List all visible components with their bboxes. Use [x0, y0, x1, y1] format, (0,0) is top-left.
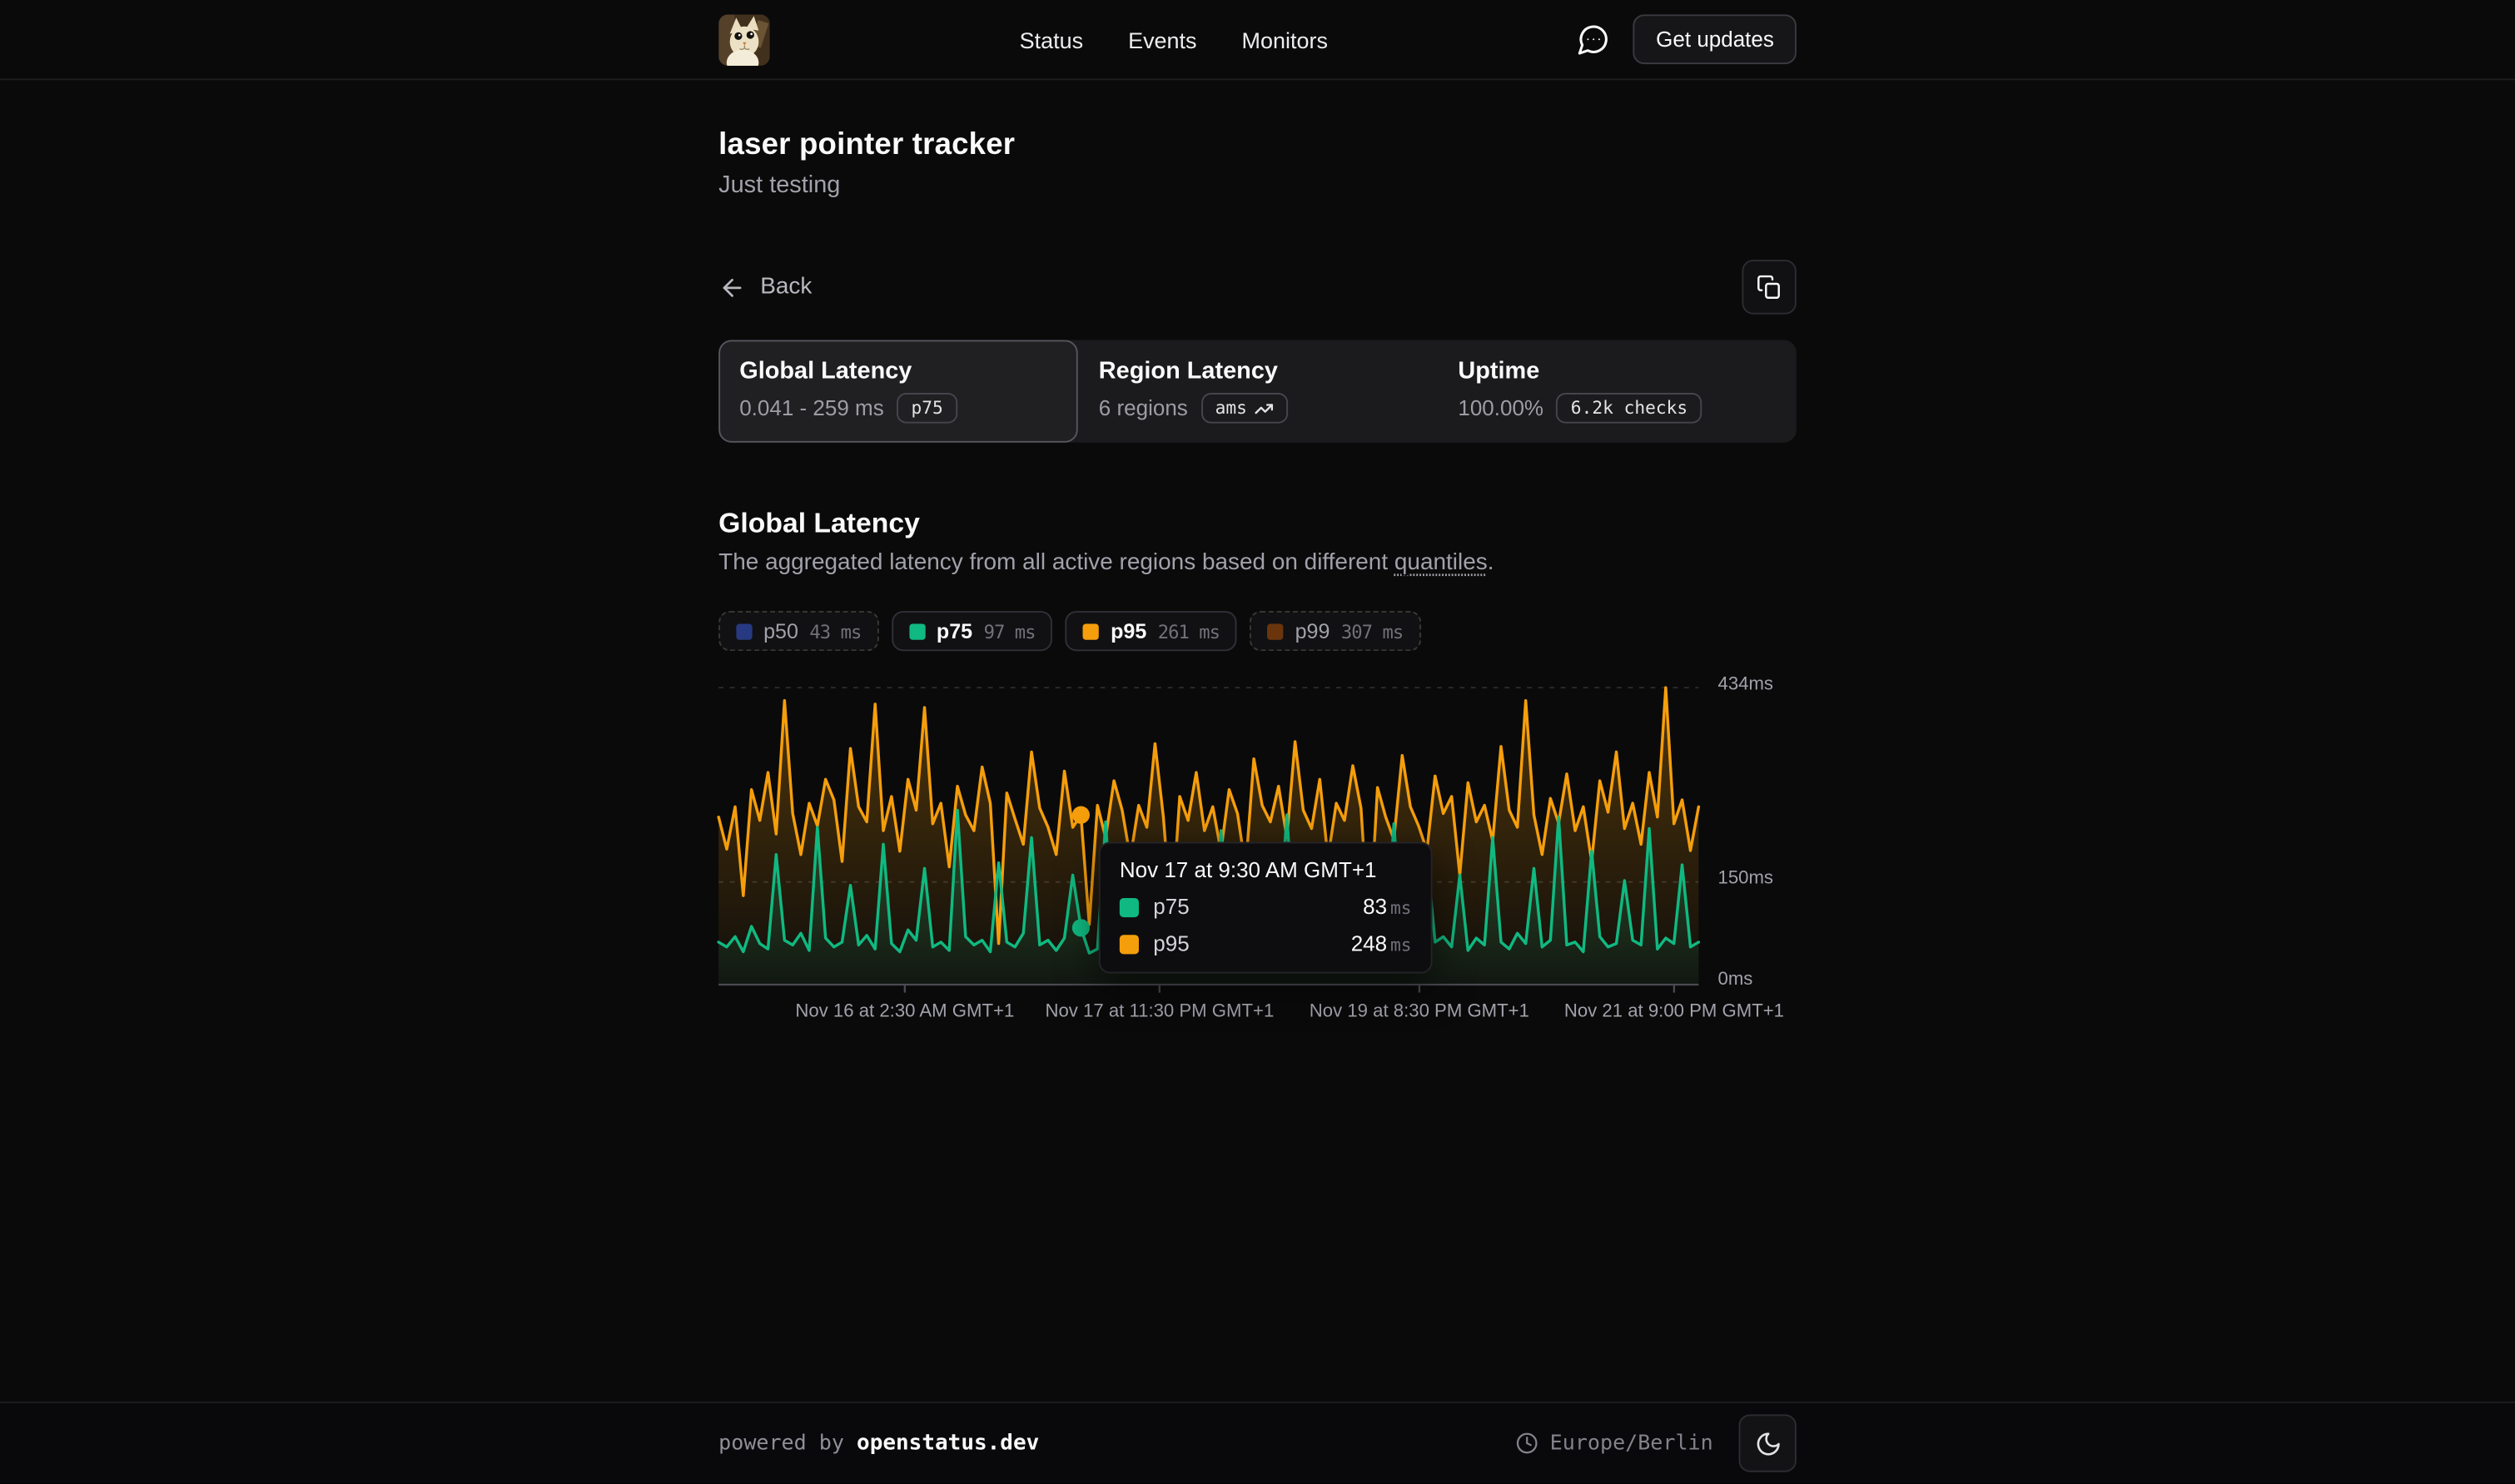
cat-logo-image — [718, 13, 770, 65]
latency-chart: 434ms 150ms 0ms Nov 17 at 9:30 AM GMT+1 … — [718, 677, 1797, 1028]
quantiles-link[interactable]: quantiles — [1394, 550, 1488, 576]
legend-label: p95 — [1111, 619, 1146, 643]
feedback-chat-button[interactable] — [1578, 22, 1611, 56]
p75-badge: p75 — [897, 393, 957, 424]
legend-value: 307 ms — [1341, 620, 1403, 643]
y-axis-tick: 150ms — [1717, 869, 1773, 888]
p99-swatch — [1268, 623, 1284, 639]
nav-right: Get updates — [1578, 14, 1797, 64]
checks-badge: 6.2k checks — [1556, 393, 1702, 424]
moon-icon — [1754, 1430, 1782, 1457]
tab-region-latency[interactable]: Region Latency 6 regions ams — [1078, 340, 1438, 442]
page-subtitle: Just testing — [718, 171, 1797, 199]
tooltip-title: Nov 17 at 9:30 AM GMT+1 — [1120, 858, 1412, 882]
page-title: laser pointer tracker — [718, 128, 1797, 163]
legend-value: 261 ms — [1158, 620, 1220, 643]
back-button[interactable]: Back — [718, 274, 812, 301]
main-content: laser pointer tracker Just testing Back … — [0, 80, 2515, 1402]
tab-title: Uptime — [1458, 358, 1775, 385]
tab-subtitle: 100.00% — [1458, 396, 1543, 420]
nav-link-monitors[interactable]: Monitors — [1242, 27, 1328, 52]
tab-global-latency[interactable]: Global Latency 0.041 - 259 ms p75 — [718, 340, 1078, 442]
theme-toggle-button[interactable] — [1739, 1414, 1797, 1472]
quantile-legend: p50 43 ms p75 97 ms p95 261 ms p99 307 m… — [718, 611, 1797, 651]
p95-swatch — [1120, 934, 1139, 953]
back-label: Back — [760, 274, 812, 300]
arrow-left-icon — [718, 274, 746, 301]
x-axis-tick: Nov 17 at 11:30 PM GMT+1 — [1045, 1002, 1274, 1021]
toolbar: Back — [718, 260, 1797, 315]
tab-subtitle: 6 regions — [1099, 396, 1188, 420]
tab-title: Region Latency — [1099, 358, 1416, 385]
tab-subtitle: 0.041 - 259 ms — [739, 396, 884, 420]
nav-link-status[interactable]: Status — [1020, 27, 1083, 52]
clock-icon — [1516, 1432, 1538, 1455]
legend-label: p50 — [763, 619, 798, 643]
legend-value: 97 ms — [984, 620, 1036, 643]
page: Status Events Monitors Get updates la — [0, 0, 2515, 1483]
section-description: The aggregated latency from all active r… — [718, 550, 1797, 576]
x-axis-tick: Nov 16 at 2:30 AM GMT+1 — [795, 1002, 1014, 1021]
p75-swatch — [1120, 897, 1139, 916]
get-updates-button[interactable]: Get updates — [1633, 14, 1797, 64]
tab-title: Global Latency — [739, 358, 1056, 385]
copy-link-button[interactable] — [1742, 260, 1797, 315]
legend-pill-p75[interactable]: p75 97 ms — [892, 611, 1053, 651]
x-axis-tick: Nov 19 at 8:30 PM GMT+1 — [1310, 1002, 1529, 1021]
message-bubble-icon — [1578, 22, 1611, 56]
legend-pill-p99[interactable]: p99 307 ms — [1250, 611, 1421, 651]
tooltip-row-p95: p95 248ms — [1120, 931, 1412, 955]
p50-swatch — [736, 623, 752, 639]
p75-swatch — [909, 623, 925, 639]
top-nav: Status Events Monitors Get updates — [0, 0, 2515, 80]
region-badge: ams — [1200, 393, 1289, 424]
p95-swatch — [1083, 623, 1099, 639]
chart-tooltip: Nov 17 at 9:30 AM GMT+1 p75 83ms p95 248… — [1099, 842, 1433, 974]
trending-up-icon — [1255, 399, 1274, 418]
timezone: Europe/Berlin — [1516, 1432, 1713, 1456]
tooltip-row-p75: p75 83ms — [1120, 895, 1412, 919]
tab-uptime[interactable]: Uptime 100.00% 6.2k checks — [1437, 340, 1797, 442]
section-title: Global Latency — [718, 507, 1797, 540]
legend-pill-p95[interactable]: p95 261 ms — [1066, 611, 1237, 651]
legend-label: p75 — [937, 619, 972, 643]
y-axis-tick: 0ms — [1717, 970, 1752, 990]
legend-pill-p50[interactable]: p50 43 ms — [718, 611, 878, 651]
x-axis-tick: Nov 21 at 9:00 PM GMT+1 — [1564, 1002, 1784, 1021]
x-axis-labels: Nov 16 at 2:30 AM GMT+1 Nov 17 at 11:30 … — [718, 1002, 1698, 1028]
y-axis-tick: 434ms — [1717, 675, 1773, 694]
openstatus-link[interactable]: openstatus.dev — [857, 1431, 1039, 1457]
footer: powered by openstatus.dev Europe/Berlin — [0, 1402, 2515, 1483]
copy-icon — [1757, 274, 1782, 300]
powered-by: powered by openstatus.dev — [718, 1431, 1039, 1457]
legend-value: 43 ms — [809, 620, 861, 643]
nav-links: Status Events Monitors — [1020, 27, 1328, 52]
site-logo[interactable] — [718, 13, 770, 65]
metric-tabs: Global Latency 0.041 - 259 ms p75 Region… — [718, 340, 1797, 442]
legend-label: p99 — [1295, 619, 1330, 643]
nav-link-events[interactable]: Events — [1128, 27, 1196, 52]
